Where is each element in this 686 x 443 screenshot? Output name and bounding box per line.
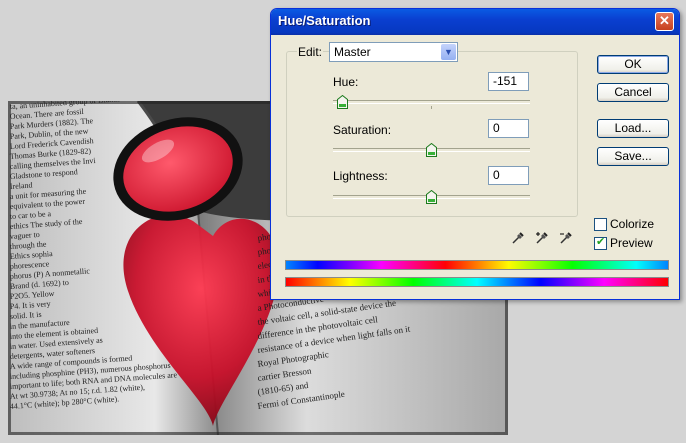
- load-button[interactable]: Load...: [597, 119, 669, 138]
- hue-input[interactable]: -151: [488, 72, 529, 91]
- saturation-input[interactable]: 0: [488, 119, 529, 138]
- hue-label: Hue:: [333, 75, 359, 89]
- book-text-line: Ireland: [10, 180, 33, 191]
- preview-label: Preview: [610, 236, 653, 250]
- eyedropper-icon[interactable]: [511, 231, 525, 245]
- edit-select[interactable]: Master ▼: [329, 42, 458, 62]
- lightness-label: Lightness:: [333, 169, 388, 183]
- saturation-slider-thumb[interactable]: [426, 142, 437, 157]
- dialog-title: Hue/Saturation: [278, 13, 371, 28]
- lightness-input[interactable]: 0: [488, 166, 529, 185]
- title-bar[interactable]: Hue/Saturation ✕: [271, 9, 679, 35]
- preview-checkbox[interactable]: ✔: [594, 236, 607, 250]
- eyedropper-minus-icon[interactable]: [559, 231, 573, 245]
- hue-slider-center-tick: [431, 106, 432, 109]
- adjusted-hue-bar: [285, 260, 669, 270]
- hue-slider-thumb[interactable]: [337, 94, 349, 109]
- saturation-label: Saturation:: [333, 123, 392, 137]
- edit-label: Edit:: [297, 45, 324, 59]
- ok-button[interactable]: OK: [597, 55, 669, 74]
- colorize-label: Colorize: [610, 217, 655, 231]
- save-button[interactable]: Save...: [597, 147, 669, 166]
- lightness-slider-thumb[interactable]: [426, 189, 437, 204]
- colorize-checkbox[interactable]: [594, 218, 607, 231]
- cancel-button[interactable]: Cancel: [597, 83, 669, 102]
- edit-select-value: Master: [334, 45, 371, 59]
- hue-slider-track[interactable]: [333, 100, 530, 104]
- close-button[interactable]: ✕: [655, 12, 674, 31]
- eyedropper-plus-icon[interactable]: [535, 231, 549, 245]
- chevron-down-icon[interactable]: ▼: [441, 44, 456, 60]
- input-hue-bar: [285, 277, 669, 287]
- close-icon: ✕: [659, 13, 670, 28]
- check-mark-icon: ✔: [596, 236, 606, 248]
- hue-saturation-dialog: Hue/Saturation ✕ Edit: Master ▼ Hue: -15…: [270, 8, 680, 300]
